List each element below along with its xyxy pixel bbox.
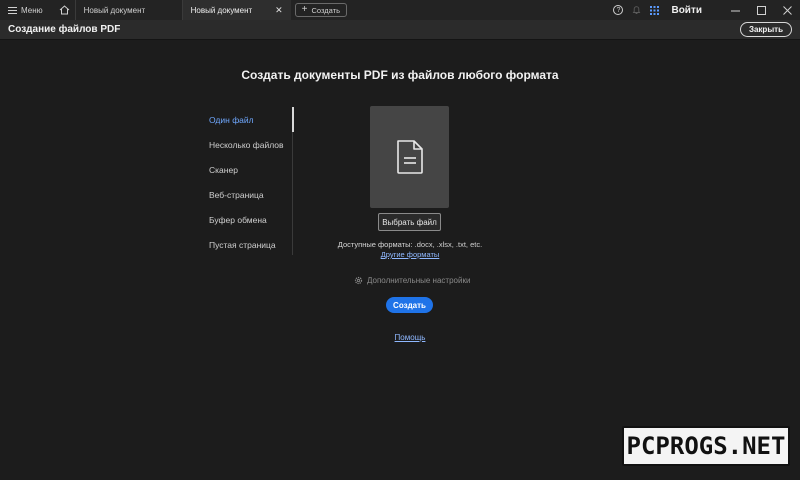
home-icon [59, 5, 70, 15]
maximize-button[interactable] [748, 0, 774, 20]
source-type-list: Один файл Несколько файлов Сканер Веб-ст… [201, 107, 294, 257]
apps-button[interactable] [645, 5, 663, 15]
formats-value: .docx, .xlsx, .txt, etc. [414, 240, 483, 249]
source-label: Веб-страница [209, 189, 264, 200]
new-tab-label: Создать [311, 5, 340, 15]
source-scanner[interactable]: Сканер [201, 157, 292, 182]
source-blank-page[interactable]: Пустая страница [201, 232, 292, 257]
other-formats-link[interactable]: Другие форматы [320, 250, 500, 259]
source-web-page[interactable]: Веб-страница [201, 182, 292, 207]
close-tab-icon[interactable]: ✕ [275, 5, 283, 16]
close-icon [782, 5, 792, 15]
create-button[interactable]: Создать [386, 297, 433, 313]
supported-formats: Доступные форматы: .docx, .xlsx, .txt, e… [300, 240, 520, 249]
advanced-settings-button[interactable]: Дополнительные настройки [354, 274, 470, 286]
new-tab-button[interactable]: + Создать [294, 3, 347, 17]
main-heading: Создать документы PDF из файлов любого ф… [241, 68, 559, 82]
minimize-button[interactable] [722, 0, 748, 20]
formats-label: Доступные форматы: [337, 240, 413, 249]
apps-grid-icon [649, 5, 659, 15]
bell-icon [632, 6, 641, 14]
close-tool-button[interactable]: Закрыть [739, 22, 792, 37]
help-link[interactable]: Помощь [360, 333, 460, 342]
minimize-icon [730, 10, 740, 11]
source-label: Несколько файлов [209, 139, 284, 150]
home-button[interactable] [55, 0, 75, 20]
tab-bar: Меню Новый документ Новый документ ✕ + С… [0, 0, 800, 20]
tab-label: Новый документ [83, 5, 146, 15]
source-label: Один файл [209, 114, 254, 125]
help-icon: ? [613, 5, 624, 15]
notifications-button[interactable] [627, 5, 645, 15]
file-drop-area[interactable] [370, 106, 449, 208]
choose-file-button[interactable]: Выбрать файл [378, 213, 441, 231]
tab-label: Новый документ [190, 5, 253, 15]
document-icon [396, 140, 423, 174]
sign-in-button[interactable]: Войти [671, 5, 702, 16]
source-label: Сканер [209, 164, 238, 175]
tab-document-1[interactable]: Новый документ [74, 0, 183, 20]
menu-button[interactable]: Меню [0, 0, 49, 20]
source-single-file[interactable]: Один файл [201, 107, 294, 132]
tool-header: Создание файлов PDF Закрыть [0, 20, 800, 40]
maximize-icon [756, 5, 766, 15]
main-content: Создать документы PDF из файлов любого ф… [0, 41, 800, 480]
source-label: Пустая страница [209, 239, 276, 250]
watermark-logo: PCPROGS.NET [622, 426, 790, 466]
page-title: Создание файлов PDF [8, 24, 121, 35]
source-clipboard[interactable]: Буфер обмена [201, 207, 292, 232]
advanced-settings-label: Дополнительные настройки [367, 275, 471, 285]
close-window-button[interactable] [774, 0, 800, 20]
help-button[interactable]: ? [609, 5, 627, 15]
window-controls: ? Войти [609, 0, 800, 20]
gear-icon [354, 276, 363, 285]
tab-document-2[interactable]: Новый документ ✕ [182, 0, 291, 20]
hamburger-icon [8, 6, 17, 14]
plus-icon: + [301, 4, 308, 15]
source-label: Буфер обмена [209, 214, 267, 225]
menu-label: Меню [21, 5, 43, 15]
source-multiple-files[interactable]: Несколько файлов [201, 132, 292, 157]
